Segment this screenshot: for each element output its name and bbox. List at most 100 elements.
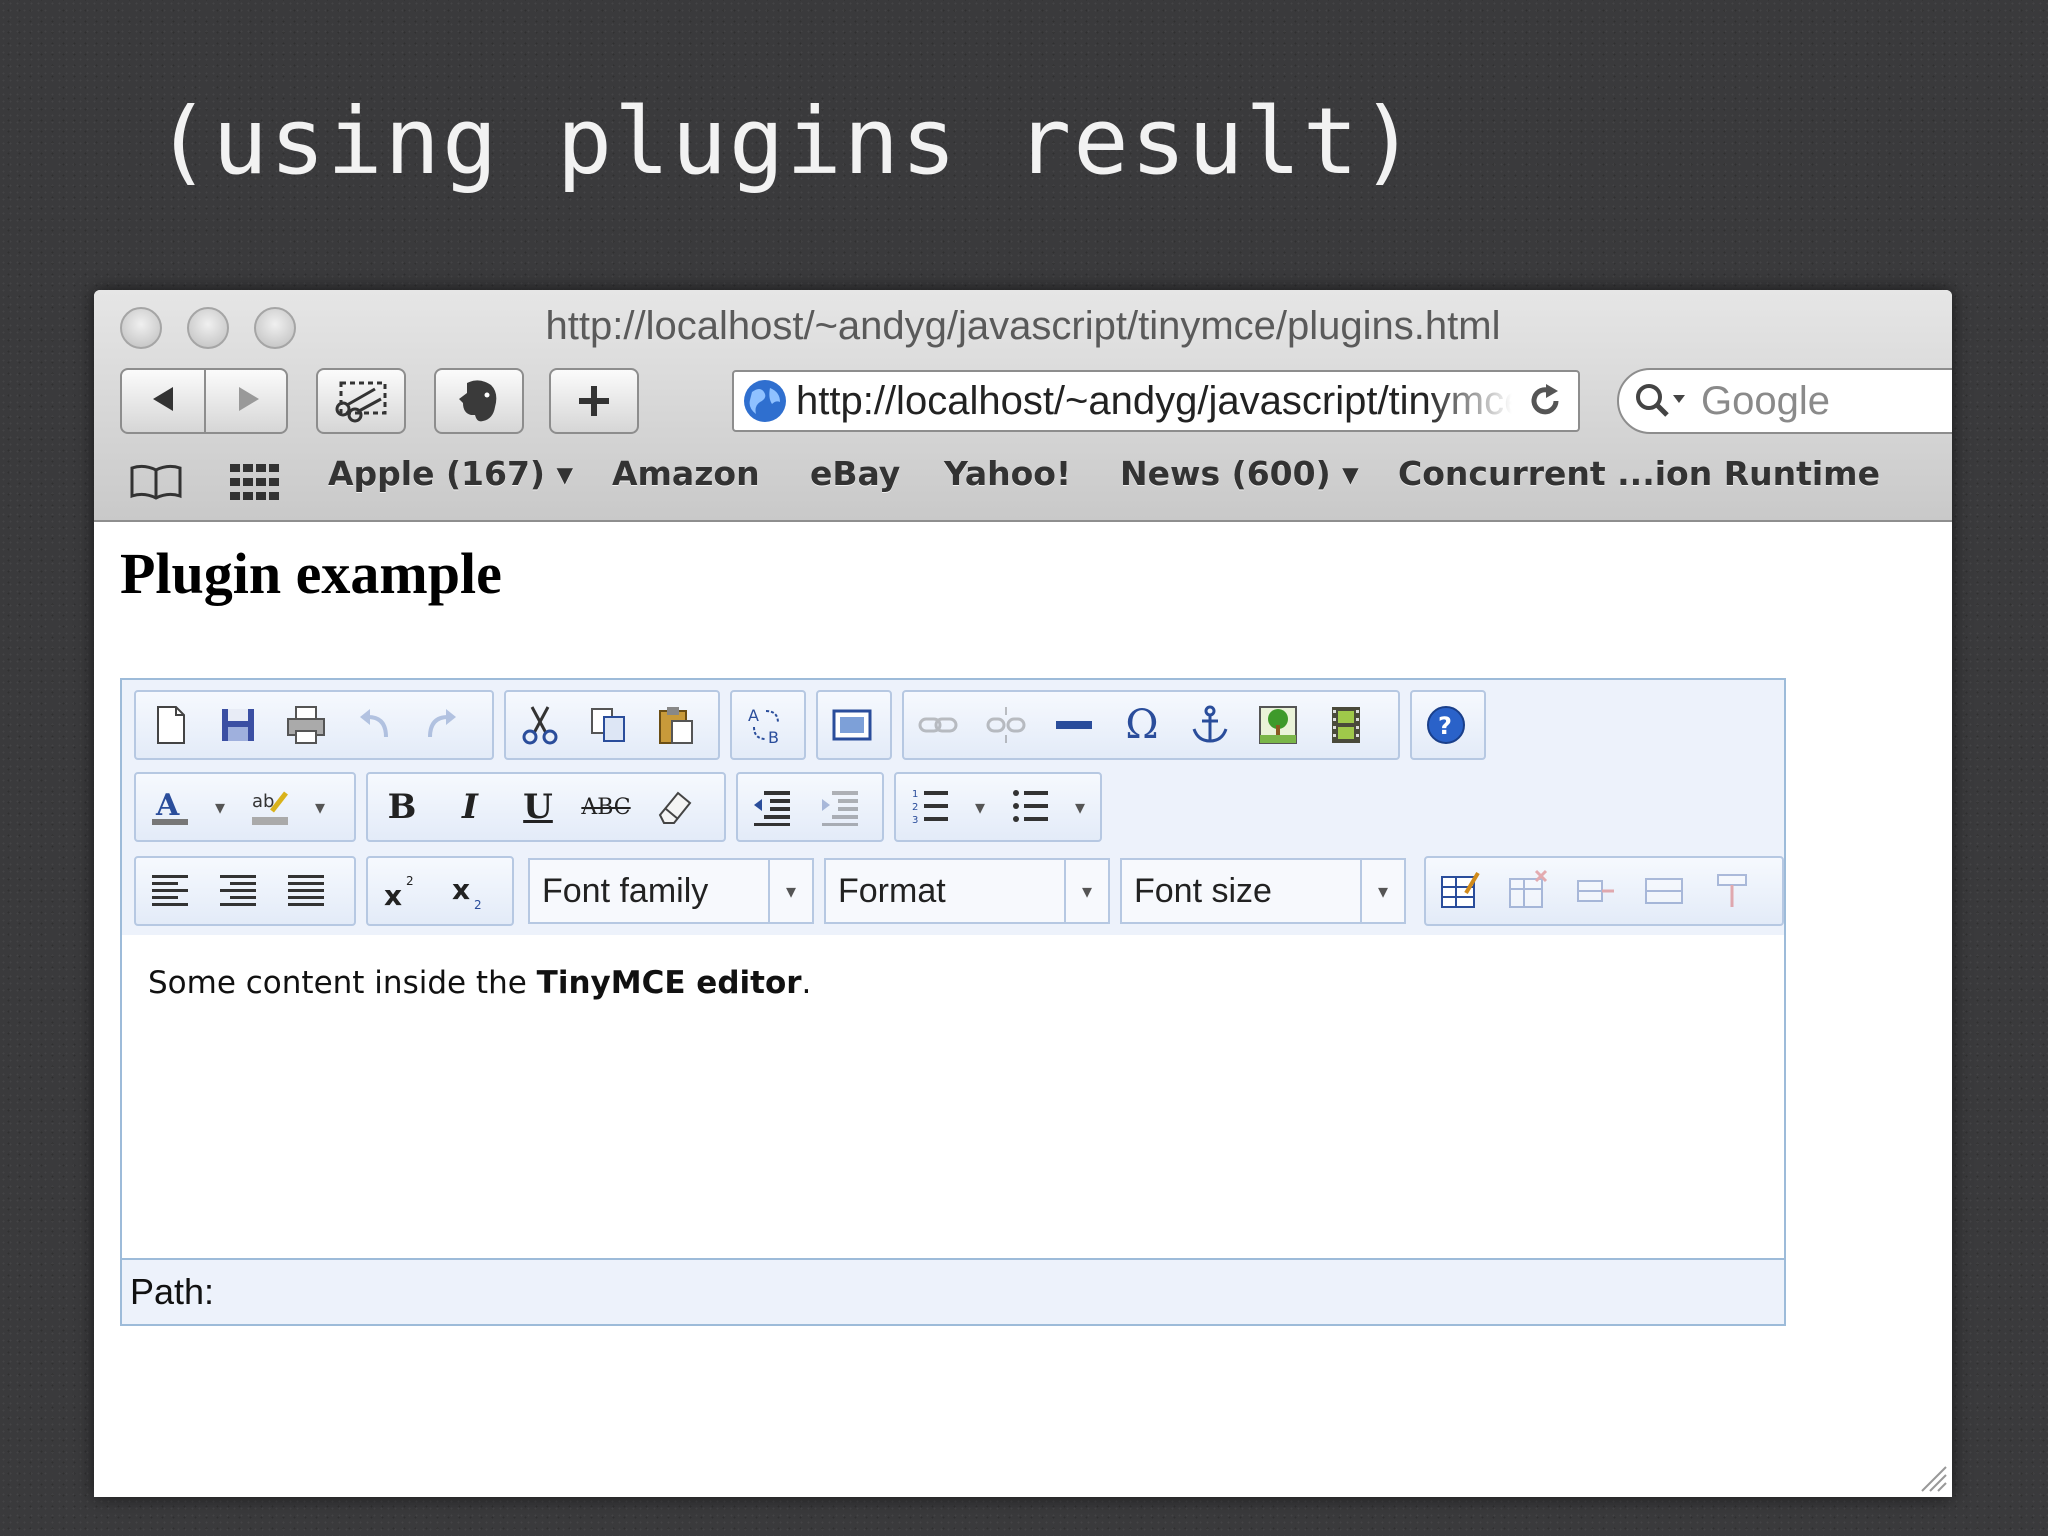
insert-table-button[interactable] [1426, 858, 1494, 924]
svg-text:1: 1 [912, 789, 918, 800]
horizontal-rule-icon [1056, 721, 1092, 729]
format-select[interactable]: Format ▾ [824, 858, 1110, 924]
color-group: A ▾ ab ▾ [134, 772, 356, 842]
numbered-list-button[interactable]: 1 2 3 [896, 774, 964, 840]
redo-button[interactable] [408, 692, 476, 758]
bullet-list-button[interactable] [996, 774, 1064, 840]
italic-button[interactable]: I [436, 774, 504, 840]
font-size-select[interactable]: Font size ▾ [1120, 858, 1406, 924]
subscript-button[interactable]: x2 [436, 858, 504, 924]
resize-grip-icon[interactable] [1916, 1461, 1948, 1493]
slide-title: (using plugins result) [155, 88, 1418, 195]
grid-icon[interactable] [228, 462, 280, 502]
bullet-list-dropdown[interactable]: ▾ [1064, 774, 1096, 840]
browser-chrome: http://localhost/~andyg/javascript/tinym… [94, 290, 1952, 522]
image-icon [1259, 706, 1297, 744]
path-label: Path: [130, 1271, 215, 1312]
bookmark-amazon[interactable]: Amazon [612, 454, 760, 493]
delete-row-button[interactable] [1630, 858, 1698, 924]
link-button[interactable] [904, 692, 972, 758]
evernote-button[interactable] [434, 368, 524, 434]
align-left-button[interactable] [136, 858, 204, 924]
numbered-list-dropdown[interactable]: ▾ [964, 774, 996, 840]
printer-icon [287, 706, 325, 744]
text-color-button[interactable]: A [136, 774, 204, 840]
svg-text:?: ? [1438, 712, 1452, 740]
unlink-button[interactable] [972, 692, 1040, 758]
strikethrough-icon: ABC [581, 794, 631, 820]
add-bookmark-button[interactable] [549, 368, 639, 434]
search-field[interactable]: Google [1617, 368, 1952, 434]
film-icon [1332, 707, 1360, 743]
search-icon [1636, 384, 1685, 417]
horizontal-rule-button[interactable] [1040, 692, 1108, 758]
save-button[interactable] [204, 692, 272, 758]
svg-text:A: A [155, 788, 180, 823]
fullscreen-button[interactable] [818, 692, 886, 758]
anchor-button[interactable] [1176, 692, 1244, 758]
insert-media-button[interactable] [1312, 692, 1380, 758]
tinymce-editor: AB Ω ? A ▾ ab ▾ B I U ABC 1 2 3 ▾ ▾ x 2 … [120, 678, 1786, 1326]
editor-content-area[interactable]: Some content inside the TinyMCE editor. [122, 935, 1784, 1260]
bold-icon: B [387, 787, 417, 827]
highlight-color-button[interactable]: ab [236, 774, 304, 840]
bookmark-news[interactable]: News (600) ▾ [1120, 454, 1359, 493]
insert-row-button[interactable] [1562, 858, 1630, 924]
forward-button[interactable] [206, 379, 290, 423]
numbered-list-icon: 1 2 3 [912, 789, 948, 826]
copy-icon [591, 708, 625, 742]
text-style-group: B I U ABC [366, 772, 726, 842]
paste-button[interactable] [642, 692, 710, 758]
redo-icon [428, 709, 456, 738]
superscript-button[interactable]: x2 [368, 858, 436, 924]
open-book-icon[interactable] [128, 464, 184, 500]
indent-icon [822, 791, 858, 826]
copy-button[interactable] [574, 692, 642, 758]
bookmark-concurrent[interactable]: Concurrent ...ion Runtime [1398, 454, 1880, 493]
insert-image-button[interactable] [1244, 692, 1312, 758]
superscript-icon: x2 [384, 874, 414, 912]
back-button[interactable] [122, 379, 206, 423]
reload-icon[interactable] [1526, 382, 1564, 420]
cut-button[interactable] [506, 692, 574, 758]
back-forward-group [120, 368, 288, 434]
highlight-color-dropdown[interactable]: ▾ [304, 774, 336, 840]
align-right-button[interactable] [204, 858, 272, 924]
replace-icon: AB [748, 706, 779, 747]
align-justify-icon [288, 875, 324, 906]
indent-button[interactable] [806, 774, 874, 840]
bookmark-ebay[interactable]: eBay [810, 454, 900, 493]
new-document-button[interactable] [136, 692, 204, 758]
web-clip-button[interactable] [316, 368, 406, 434]
save-icon [222, 709, 254, 741]
bold-button[interactable]: B [368, 774, 436, 840]
text-color-dropdown[interactable]: ▾ [204, 774, 236, 840]
alignment-group [134, 856, 356, 926]
bookmark-apple[interactable]: Apple (167) ▾ [328, 454, 573, 493]
search-replace-button[interactable]: AB [732, 692, 800, 758]
print-button[interactable] [272, 692, 340, 758]
help-button[interactable]: ? [1412, 692, 1480, 758]
paste-icon [659, 707, 693, 744]
window-title: http://localhost/~andyg/javascript/tinym… [545, 304, 1501, 348]
outdent-button[interactable] [738, 774, 806, 840]
table-icon [1441, 871, 1480, 908]
special-char-button[interactable]: Ω [1108, 692, 1176, 758]
svg-text:3: 3 [912, 815, 918, 826]
delete-table-button[interactable] [1494, 858, 1562, 924]
split-cell-button[interactable] [1698, 858, 1766, 924]
replace-group: AB [730, 690, 806, 760]
address-bar[interactable]: http://localhost/~andyg/javascript/tinym… [732, 370, 1580, 432]
strikethrough-button[interactable]: ABC [572, 774, 640, 840]
undo-button[interactable] [340, 692, 408, 758]
underline-button[interactable]: U [504, 774, 572, 840]
insert-row-icon [1577, 880, 1614, 902]
font-family-select[interactable]: Font family ▾ [528, 858, 814, 924]
align-justify-button[interactable] [272, 858, 340, 924]
table-group [1424, 856, 1784, 926]
remove-format-button[interactable] [640, 774, 708, 840]
bookmark-yahoo[interactable]: Yahoo! [944, 454, 1071, 493]
delete-table-icon [1509, 869, 1548, 908]
browser-window: http://localhost/~andyg/javascript/tinym… [94, 290, 1952, 1497]
svg-text:x: x [384, 879, 402, 912]
